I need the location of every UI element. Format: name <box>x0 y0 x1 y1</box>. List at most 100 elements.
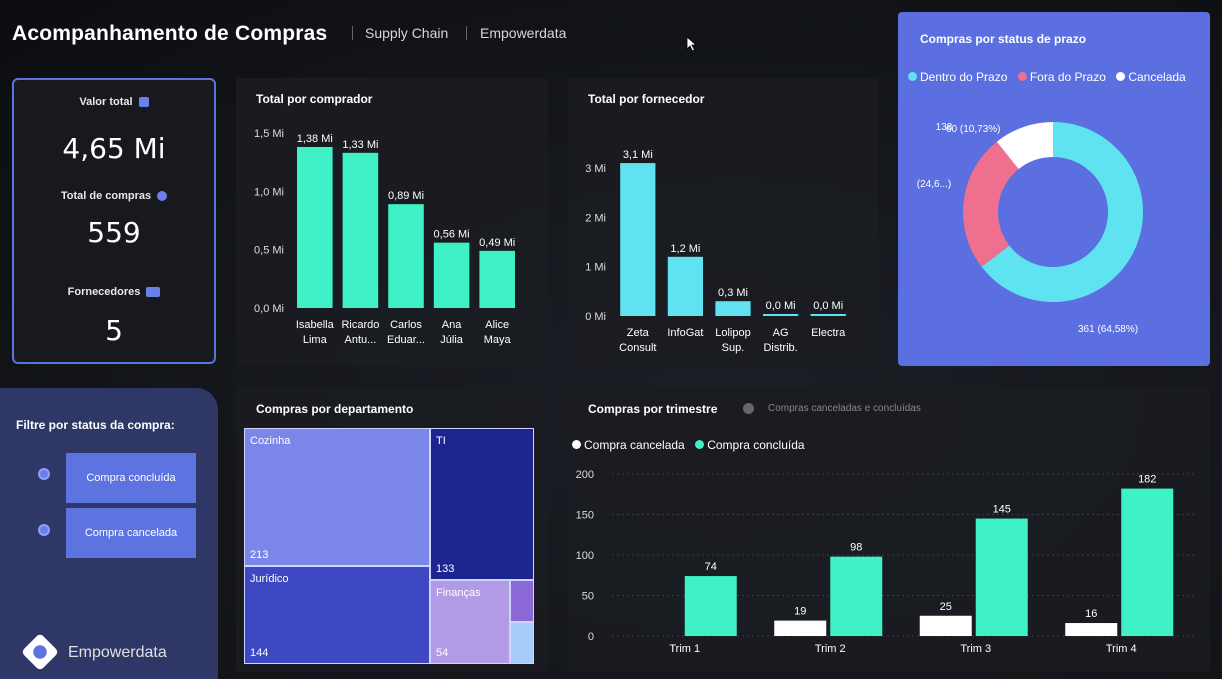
data-label: 0,3 Mi <box>718 287 748 299</box>
y-tick-label: 1 Mi <box>585 262 606 274</box>
filter-button-cancelada[interactable]: Compra cancelada <box>66 508 196 558</box>
y-tick-label: 1,5 Mi <box>254 128 284 140</box>
x-tick-label: Zeta <box>627 327 650 339</box>
filter-button-concluida[interactable]: Compra concluída <box>66 453 196 503</box>
bar <box>684 576 737 636</box>
x-tick-label: Consult <box>619 342 656 354</box>
x-tick-label: InfoGat <box>667 327 703 339</box>
treemap-cell-cozinha[interactable]: Cozinha 213 <box>244 428 430 566</box>
kpi-valor-label: Valor total <box>14 96 214 108</box>
x-tick-label: Distrib. <box>763 342 797 354</box>
kpi-fornecedores-label: Fornecedores <box>14 286 214 298</box>
chart-fornecedor: 0 Mi 1 Mi 2 Mi 3 Mi 3,1 Mi Zeta Consult 1,2 Mi I… <box>585 149 846 354</box>
treemap-label: Jurídico <box>250 573 289 585</box>
treemap-cell-other-1[interactable] <box>510 580 534 622</box>
bar <box>433 242 470 308</box>
data-label: 60 (10,73%) <box>946 124 1000 135</box>
page-title: Acompanhamento de Compras <box>12 22 328 45</box>
panel-departamento: Compras por departamento Cozinha 213 TI … <box>236 388 548 672</box>
treemap-cell-other-2[interactable] <box>510 622 534 664</box>
x-tick-label: Alice <box>485 319 509 331</box>
brand-name: Empowerdata <box>68 644 167 661</box>
x-tick-label: Trim 1 <box>669 643 700 655</box>
y-tick-label: 2 Mi <box>585 212 606 224</box>
kpi-compras-value: 559 <box>87 216 141 249</box>
data-label: 25 <box>940 601 952 613</box>
data-label: 0,56 Mi <box>434 229 470 241</box>
cart-icon <box>157 191 168 202</box>
money-icon <box>138 97 149 108</box>
kpi-card: Valor total 4,65 Mi Total de compras 559… <box>12 78 216 364</box>
data-label: (24,6...) <box>917 179 951 190</box>
x-tick-label: Trim 4 <box>1106 643 1137 655</box>
bar <box>297 147 333 308</box>
data-label: 74 <box>705 561 717 573</box>
bar <box>810 314 846 316</box>
mouse-cursor-icon <box>686 36 698 52</box>
filter-title: Filtre por status da compra: <box>16 418 175 432</box>
x-tick-label: Antu... <box>345 334 377 346</box>
people-icon <box>146 287 161 298</box>
data-label: 361 (64,58%) <box>1078 324 1138 335</box>
data-label: 19 <box>794 606 806 618</box>
y-tick-label: 0,5 Mi <box>254 245 284 257</box>
breadcrumb-supply-chain[interactable]: Supply Chain <box>365 25 448 41</box>
data-label: 16 <box>1085 608 1097 620</box>
bar <box>1121 488 1174 636</box>
x-tick-label: Carlos <box>390 319 422 331</box>
x-tick-label: Maya <box>484 334 512 346</box>
panel-trimestre: Compras por trimestre Compras canceladas… <box>568 388 1210 672</box>
kpi-fornecedores-value: 5 <box>105 314 123 347</box>
data-label: 0,0 Mi <box>766 300 796 312</box>
y-tick-label: 1,0 Mi <box>254 186 284 198</box>
radio-concluida[interactable] <box>38 468 50 480</box>
x-tick-label: Trim 3 <box>960 643 991 655</box>
chart-title-departamento: Compras por departamento <box>256 402 414 416</box>
empowerdata-logo-icon <box>20 632 60 672</box>
bar <box>975 518 1028 636</box>
y-tick-label: 3 Mi <box>585 163 606 175</box>
kpi-compras-label: Total de compras <box>14 190 214 202</box>
treemap-value: 144 <box>250 647 269 659</box>
bar <box>715 301 751 316</box>
bar <box>479 250 515 308</box>
bar <box>620 163 656 316</box>
y-tick-label: 100 <box>576 550 594 562</box>
treemap-label: TI <box>436 435 446 447</box>
y-tick-label: 0 Mi <box>585 311 606 323</box>
y-tick-label: 150 <box>576 510 594 522</box>
x-tick-label: Ricardo <box>341 319 379 331</box>
treemap-departamento: Cozinha 213 TI 133 Jurídico 144 Finanças… <box>244 428 534 664</box>
divider <box>352 26 353 40</box>
filter-panel: Filtre por status da compra: Compra conc… <box>0 388 218 679</box>
panel-comprador: Total por comprador 0,0 Mi 0,5 Mi 1,0 Mi 1,… <box>236 78 548 366</box>
x-tick-label: Isabella <box>296 319 335 331</box>
divider <box>466 26 467 40</box>
y-tick-label: 200 <box>576 469 594 481</box>
x-tick-label: Electra <box>811 327 846 339</box>
panel-fornecedor: Total por fornecedor 0 Mi 1 Mi 2 Mi 3 Mi 3,1… <box>568 78 878 366</box>
bar <box>1065 623 1118 636</box>
treemap-cell-juridico[interactable]: Jurídico 144 <box>244 566 430 664</box>
x-tick-label: Lima <box>303 334 328 346</box>
treemap-value: 213 <box>250 549 269 561</box>
data-label: 3,1 Mi <box>623 149 653 161</box>
data-label: 0,89 Mi <box>388 190 424 202</box>
data-label: 1,38 Mi <box>297 133 333 145</box>
data-label: 0,0 Mi <box>813 300 843 312</box>
x-tick-label: Lolipop <box>715 327 750 339</box>
treemap-cell-financas[interactable]: Finanças 54 <box>430 580 510 664</box>
bar <box>919 615 972 636</box>
radio-cancelada[interactable] <box>38 524 50 536</box>
bar <box>830 556 883 636</box>
data-label: 98 <box>850 542 862 554</box>
y-tick-label: 50 <box>582 591 594 603</box>
treemap-label: Finanças <box>436 587 481 599</box>
breadcrumb-empowerdata[interactable]: Empowerdata <box>480 25 566 41</box>
x-tick-label: Júlia <box>440 334 464 346</box>
x-tick-label: Sup. <box>722 342 745 354</box>
bar <box>388 204 424 308</box>
x-tick-label: Ana <box>442 319 462 331</box>
treemap-cell-ti[interactable]: TI 133 <box>430 428 534 580</box>
data-label: 1,2 Mi <box>670 243 700 255</box>
